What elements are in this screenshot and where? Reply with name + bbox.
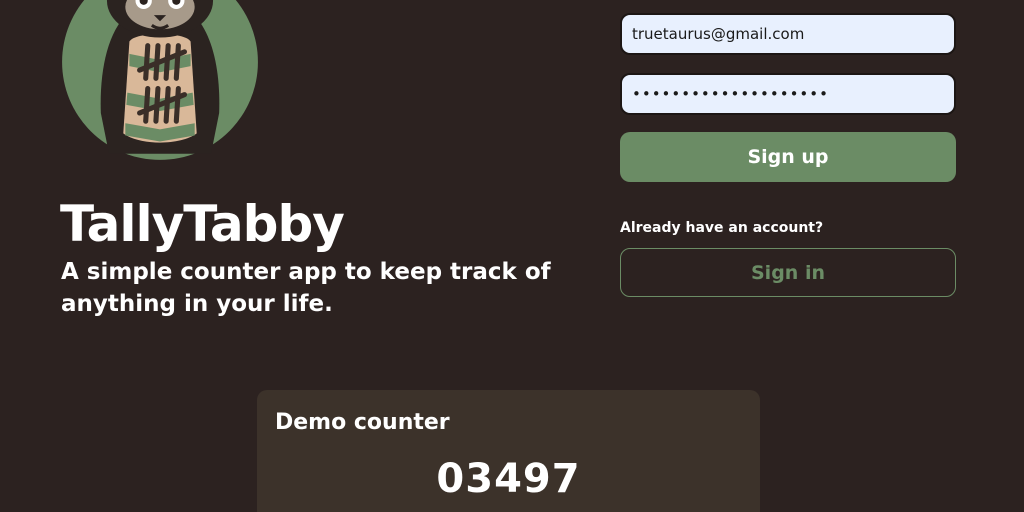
sign-up-button[interactable]: Sign up	[620, 132, 956, 182]
app-title: TallyTabby	[60, 195, 345, 253]
password-field[interactable]	[620, 73, 956, 115]
app-tagline: A simple counter app to keep track of an…	[61, 259, 551, 317]
email-field[interactable]	[620, 13, 956, 55]
sign-in-button[interactable]: Sign in	[620, 248, 956, 297]
demo-counter-value: 03497	[436, 456, 581, 502]
landing-page: TallyTabby A simple counter app to keep …	[0, 0, 1024, 512]
already-have-account-label: Already have an account?	[620, 220, 824, 236]
tallytabby-logo-icon	[62, 0, 258, 160]
demo-counter-title: Demo counter	[275, 410, 450, 435]
demo-counter-card: Demo counter 03497	[257, 390, 760, 512]
